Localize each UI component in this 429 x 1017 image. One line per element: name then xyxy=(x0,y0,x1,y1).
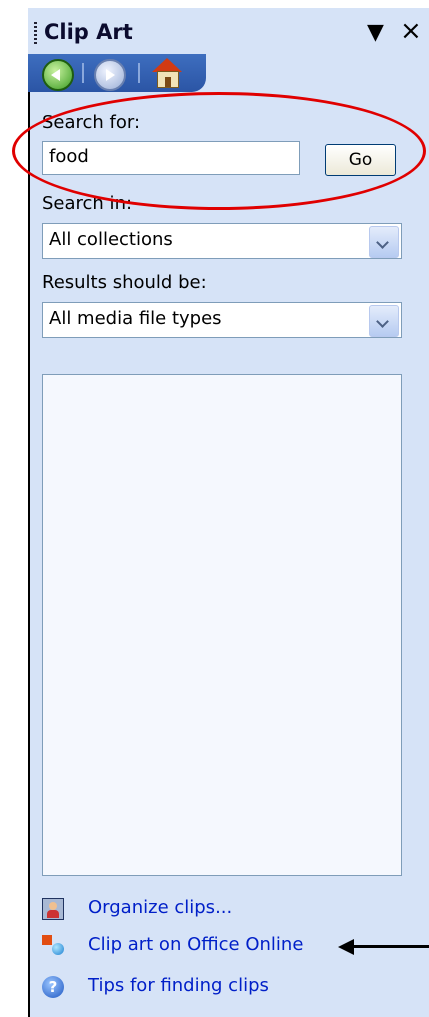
office-online-label[interactable]: Clip art on Office Online xyxy=(88,934,303,955)
annotation-ellipse xyxy=(12,92,426,210)
office-online-icon xyxy=(42,935,64,957)
chevron-down-icon[interactable] xyxy=(369,226,399,258)
results-list[interactable] xyxy=(42,374,402,876)
close-icon[interactable]: × xyxy=(400,18,422,44)
title-bar: Clip Art ▼ × xyxy=(28,8,429,54)
organize-clips-label[interactable]: Organize clips... xyxy=(88,897,232,918)
toolbar-separator xyxy=(82,63,84,83)
search-in-selected: All collections xyxy=(49,229,173,250)
navigation-toolbar xyxy=(28,54,206,92)
chevron-down-icon[interactable] xyxy=(369,305,399,337)
annotation-arrow xyxy=(338,937,429,955)
results-type-label: Results should be: xyxy=(42,272,207,293)
pane-menu-dropdown-icon[interactable]: ▼ xyxy=(367,20,384,45)
organize-clips-icon xyxy=(42,898,64,920)
forward-arrow-icon[interactable] xyxy=(94,59,126,91)
search-in-dropdown[interactable]: All collections xyxy=(42,223,402,259)
pane-title: Clip Art xyxy=(44,20,133,44)
home-icon[interactable] xyxy=(152,58,182,88)
results-type-dropdown[interactable]: All media file types xyxy=(42,302,402,338)
help-icon: ? xyxy=(42,976,64,998)
grip-handle-icon[interactable] xyxy=(34,22,37,44)
tips-label[interactable]: Tips for finding clips xyxy=(88,975,269,996)
toolbar-separator xyxy=(138,63,140,83)
back-arrow-icon[interactable] xyxy=(42,59,74,91)
results-type-selected: All media file types xyxy=(49,308,222,329)
